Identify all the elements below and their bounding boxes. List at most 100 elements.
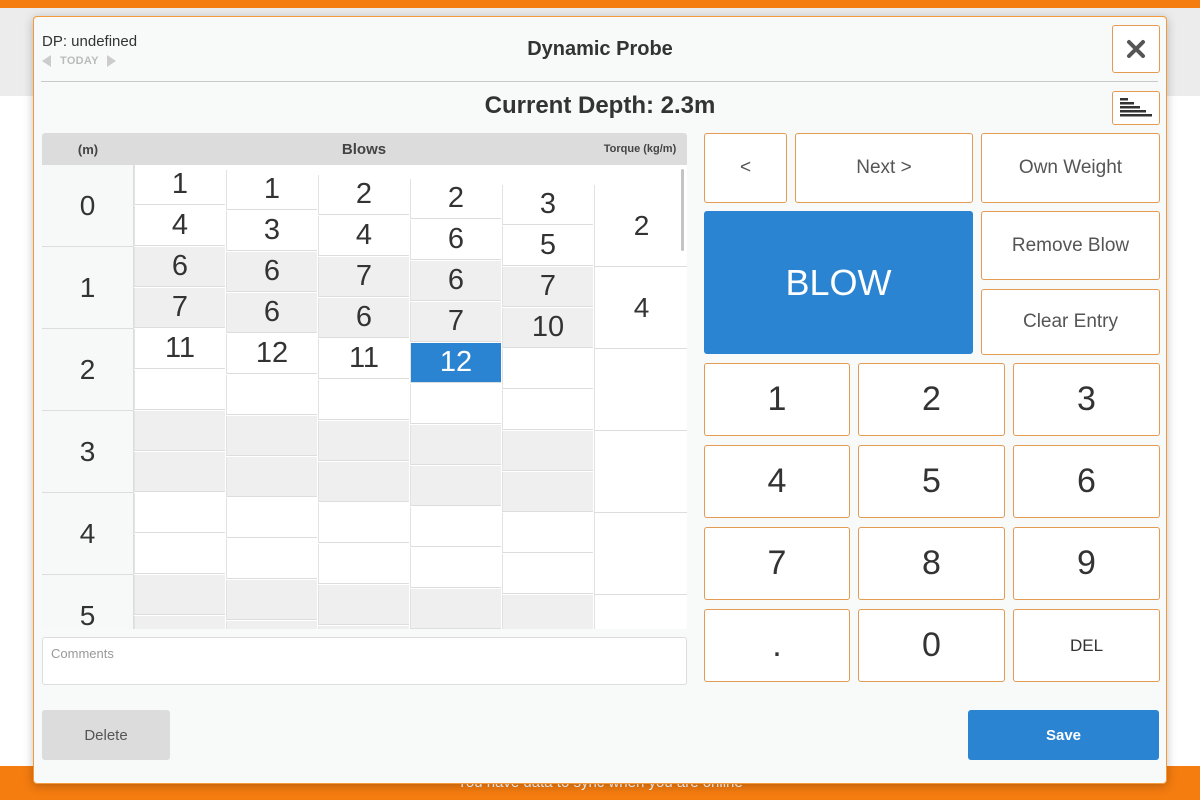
clear-entry-button[interactable]: Clear Entry [981,289,1160,355]
blow-cell[interactable] [318,626,409,629]
blow-cell[interactable] [134,575,225,615]
depth-cell: 3 [42,411,134,493]
blow-cell[interactable]: 7 [134,288,225,328]
blow-cell[interactable] [318,585,409,625]
torque-cell[interactable]: 2 [594,185,687,267]
blow-cell[interactable] [410,507,501,547]
blow-cell[interactable] [226,457,317,497]
blow-cell[interactable] [226,416,317,456]
close-button[interactable] [1112,25,1160,73]
blow-cell[interactable]: 12 [410,343,501,383]
torque-cell[interactable] [594,431,687,513]
blow-cell[interactable] [134,452,225,492]
previous-button[interactable]: < [704,133,787,203]
comments-placeholder: Comments [51,646,114,661]
key-4[interactable]: 4 [704,445,850,518]
blow-cell[interactable] [318,421,409,461]
blow-cell[interactable] [226,580,317,620]
blow-cell[interactable]: 6 [226,252,317,292]
blow-cell[interactable] [134,493,225,533]
blow-cell[interactable]: 7 [502,267,593,307]
blow-cell[interactable] [318,503,409,543]
blow-cell[interactable]: 11 [318,339,409,379]
key-8[interactable]: 8 [858,527,1005,600]
key-3[interactable]: 3 [1013,363,1160,436]
blow-cell[interactable]: 6 [410,220,501,260]
blow-cell[interactable] [134,616,225,629]
blow-cell[interactable]: 2 [410,179,501,219]
blow-cell[interactable] [502,554,593,594]
blow-cell[interactable] [502,349,593,389]
graph-button[interactable] [1112,91,1160,125]
blow-cell[interactable] [502,595,593,629]
key-0[interactable]: 0 [858,609,1005,682]
depth-cell: 5 [42,575,134,629]
blow-button[interactable]: BLOW [704,211,973,354]
close-icon [1127,40,1145,58]
blow-cell[interactable] [226,375,317,415]
blow-cell[interactable] [134,534,225,574]
blow-cell[interactable] [134,370,225,410]
torque-cell[interactable] [594,513,687,595]
blow-cell[interactable]: 12 [226,334,317,374]
blow-cell[interactable] [502,513,593,553]
blow-cell[interactable]: 7 [410,302,501,342]
blow-cell[interactable]: 7 [318,257,409,297]
own-weight-button[interactable]: Own Weight [981,133,1160,203]
blow-cell[interactable]: 2 [318,175,409,215]
key-7[interactable]: 7 [704,527,850,600]
blow-cell[interactable] [134,411,225,451]
key-1[interactable]: 1 [704,363,850,436]
blow-cell[interactable] [410,589,501,629]
blow-cell[interactable] [226,621,317,629]
depth-cell: 0 [42,165,134,247]
blow-cell[interactable] [410,384,501,424]
key-decimal[interactable]: . [704,609,850,682]
comments-field[interactable]: Comments [42,637,687,685]
blow-cell[interactable] [226,539,317,579]
blow-cell[interactable] [502,431,593,471]
torque-cell[interactable]: 4 [594,267,687,349]
key-6[interactable]: 6 [1013,445,1160,518]
blow-cell[interactable]: 4 [318,216,409,256]
blow-cell[interactable] [226,498,317,538]
blow-cell[interactable]: 4 [134,206,225,246]
blow-cell[interactable] [318,380,409,420]
blow-cell[interactable] [410,466,501,506]
blow-cell[interactable] [502,472,593,512]
save-button[interactable]: Save [968,710,1159,760]
depth-cell: 1 [42,247,134,329]
key-9[interactable]: 9 [1013,527,1160,600]
next-button[interactable]: Next > [795,133,973,203]
blow-cell[interactable]: 6 [134,247,225,287]
header-divider [41,81,1158,82]
blow-cell[interactable]: 6 [226,293,317,333]
blow-cell[interactable] [410,548,501,588]
blow-cell[interactable] [410,425,501,465]
blow-cell[interactable]: 6 [410,261,501,301]
blow-cell[interactable] [318,544,409,584]
remove-blow-button[interactable]: Remove Blow [981,211,1160,280]
depth-cell: 2 [42,329,134,411]
current-depth: Current Depth: 2.3m [484,92,716,119]
blow-cell[interactable]: 5 [502,226,593,266]
table-scrollbar[interactable] [681,169,684,251]
key-5[interactable]: 5 [858,445,1005,518]
blows-table: (m) Blows Torque (kg/m) 0 1 2 3 4 5 1 4 6 7 11 1 3 6 6… [42,133,687,629]
torque-cell[interactable] [594,595,687,629]
delete-button[interactable]: Delete [42,710,170,760]
blow-cell[interactable] [502,390,593,430]
blow-cell[interactable]: 1 [134,165,225,205]
blow-cell[interactable]: 6 [318,298,409,338]
depth-column-header: (m) [77,142,99,157]
key-delete[interactable]: DEL [1013,609,1160,682]
blow-cell[interactable]: 10 [502,308,593,348]
key-2[interactable]: 2 [858,363,1005,436]
blow-cell[interactable] [318,462,409,502]
blow-cell[interactable]: 3 [502,185,593,225]
blow-cell[interactable]: 11 [134,329,225,369]
blow-cell[interactable]: 3 [226,211,317,251]
blows-column-header: Blows [341,141,387,158]
blow-cell[interactable]: 1 [226,170,317,210]
torque-cell[interactable] [594,349,687,431]
